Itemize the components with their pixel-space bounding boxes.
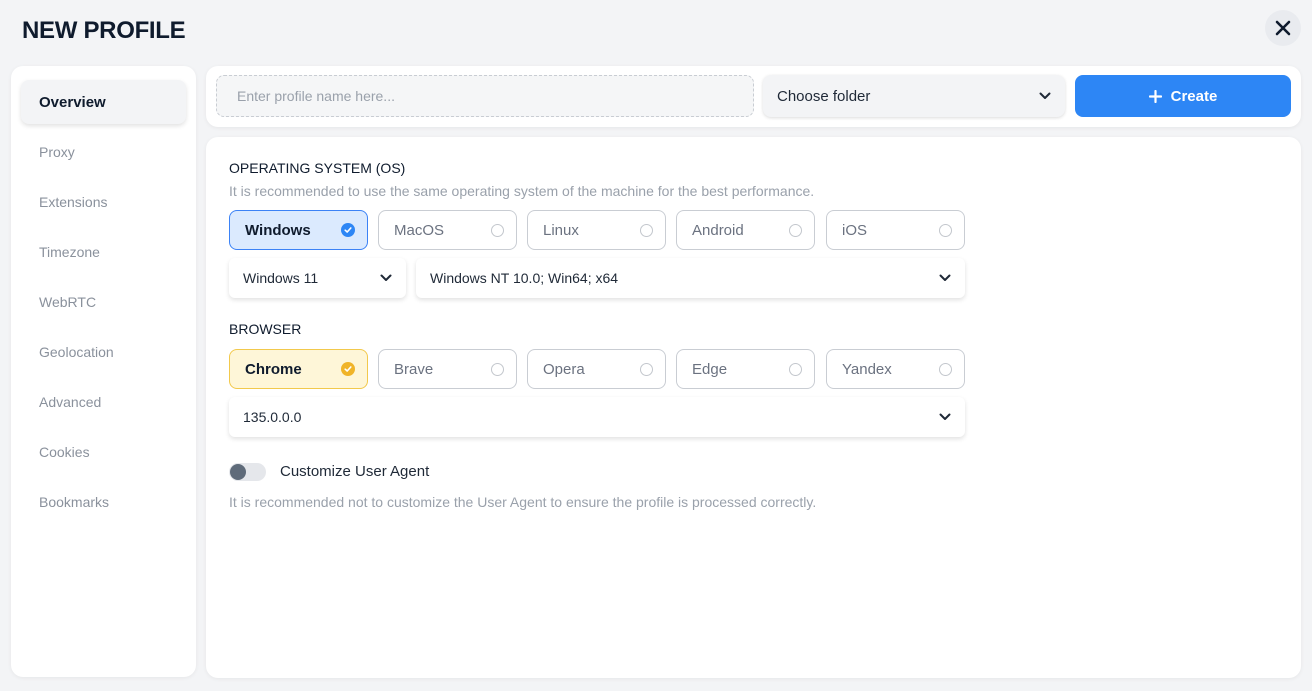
browser-option-yandex[interactable]: Yandex xyxy=(826,349,965,389)
close-icon xyxy=(1275,20,1291,36)
browser-option-label: Brave xyxy=(394,360,434,378)
toggle-knob xyxy=(230,464,246,480)
sidebar-nav: Overview Proxy Extensions Timezone WebRT… xyxy=(11,66,196,677)
radio-icon xyxy=(491,362,504,376)
radio-icon xyxy=(640,362,653,376)
browser-option-opera[interactable]: Opera xyxy=(527,349,666,389)
sidebar-item-cookies[interactable]: Cookies xyxy=(21,430,186,474)
sidebar-item-advanced[interactable]: Advanced xyxy=(21,380,186,424)
os-option-label: Windows xyxy=(245,221,311,239)
os-option-label: Android xyxy=(692,221,744,239)
chevron-down-icon xyxy=(1039,92,1051,99)
chevron-down-icon xyxy=(939,413,951,420)
profile-header-bar: Choose folder Create xyxy=(206,66,1301,127)
sidebar-item-proxy[interactable]: Proxy xyxy=(21,130,186,174)
overview-panel: OPERATING SYSTEM (OS) It is recommended … xyxy=(206,137,1301,678)
chevron-down-icon xyxy=(380,274,392,281)
os-version-select[interactable]: Windows 11 xyxy=(229,258,406,298)
os-option-label: iOS xyxy=(842,221,868,239)
sidebar-item-timezone[interactable]: Timezone xyxy=(21,230,186,274)
browser-version-value: 135.0.0.0 xyxy=(243,409,302,425)
browser-option-brave[interactable]: Brave xyxy=(378,349,517,389)
sidebar-item-webrtc[interactable]: WebRTC xyxy=(21,280,186,324)
create-button-label: Create xyxy=(1170,87,1218,105)
sidebar-item-extensions[interactable]: Extensions xyxy=(21,180,186,224)
os-version-value: Windows 11 xyxy=(243,270,319,286)
radio-icon xyxy=(789,223,802,237)
sidebar-item-bookmarks[interactable]: Bookmarks xyxy=(21,480,186,524)
customize-user-agent-label: Customize User Agent xyxy=(280,463,430,480)
os-option-ios[interactable]: iOS xyxy=(826,210,965,250)
browser-version-select[interactable]: 135.0.0.0 xyxy=(229,397,965,437)
browser-option-edge[interactable]: Edge xyxy=(676,349,815,389)
user-agent-hint: It is recommended not to customize the U… xyxy=(229,494,817,510)
browser-option-label: Chrome xyxy=(245,360,302,378)
sidebar-item-overview[interactable]: Overview xyxy=(21,80,186,124)
page-title: NEW PROFILE xyxy=(22,17,186,44)
check-circle-icon xyxy=(341,362,355,376)
radio-icon xyxy=(939,362,952,376)
customize-user-agent-toggle[interactable] xyxy=(229,463,266,481)
profile-name-input[interactable] xyxy=(216,75,754,117)
plus-icon xyxy=(1148,89,1162,103)
radio-icon xyxy=(789,362,802,376)
browser-option-label: Opera xyxy=(543,360,585,378)
os-option-macos[interactable]: MacOS xyxy=(378,210,517,250)
radio-icon xyxy=(491,223,504,237)
os-hint: It is recommended to use the same operat… xyxy=(229,183,815,199)
os-option-linux[interactable]: Linux xyxy=(527,210,666,250)
os-option-label: MacOS xyxy=(394,221,445,239)
os-option-windows[interactable]: Windows xyxy=(229,210,368,250)
os-platform-value: Windows NT 10.0; Win64; x64 xyxy=(430,270,619,286)
os-section-title: OPERATING SYSTEM (OS) xyxy=(229,160,406,176)
sidebar-item-geolocation[interactable]: Geolocation xyxy=(21,330,186,374)
browser-option-label: Edge xyxy=(692,360,728,378)
radio-icon xyxy=(640,223,653,237)
os-option-label: Linux xyxy=(543,221,579,239)
create-button[interactable]: Create xyxy=(1075,75,1291,117)
check-circle-icon xyxy=(341,223,355,237)
os-option-android[interactable]: Android xyxy=(676,210,815,250)
folder-select-value: Choose folder xyxy=(777,87,871,105)
browser-option-chrome[interactable]: Chrome xyxy=(229,349,368,389)
chevron-down-icon xyxy=(939,274,951,281)
folder-select[interactable]: Choose folder xyxy=(763,75,1065,117)
browser-section-title: BROWSER xyxy=(229,321,302,337)
browser-option-label: Yandex xyxy=(842,360,892,378)
os-platform-select[interactable]: Windows NT 10.0; Win64; x64 xyxy=(416,258,965,298)
close-button[interactable] xyxy=(1265,10,1301,46)
radio-icon xyxy=(939,223,952,237)
